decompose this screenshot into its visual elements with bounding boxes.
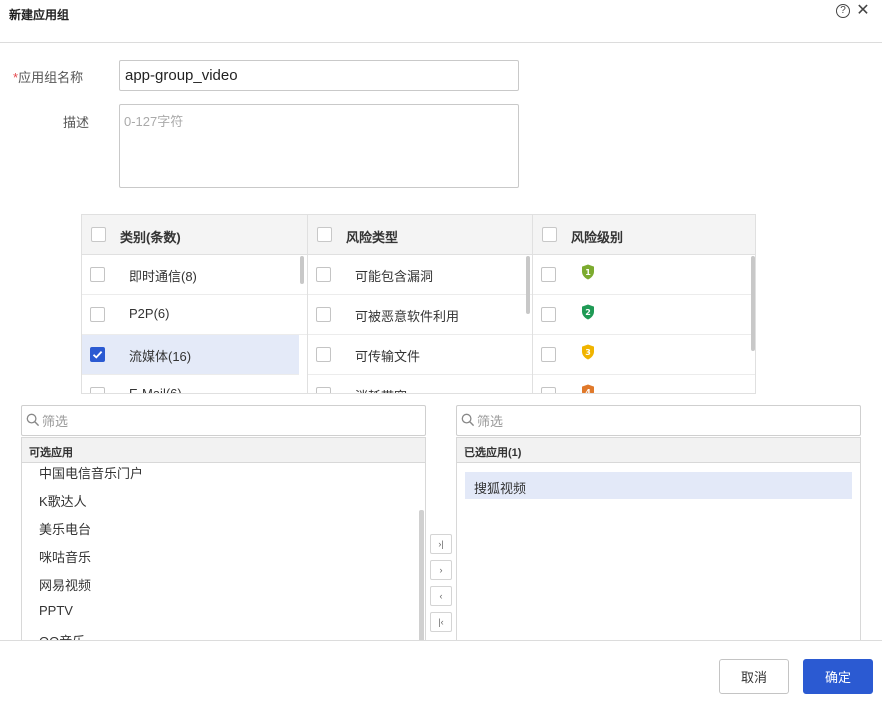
risk-level-row[interactable]: 2 bbox=[533, 295, 755, 335]
risk-level-scrollbar[interactable] bbox=[751, 256, 755, 351]
category-label: 流媒体(16) bbox=[129, 349, 192, 364]
add-button[interactable]: › bbox=[430, 560, 452, 580]
help-icon[interactable]: ? bbox=[836, 4, 850, 18]
risk-level-number: 2 bbox=[585, 308, 591, 317]
risk-level-checkbox[interactable] bbox=[541, 307, 556, 322]
risk-type-scrollbar[interactable] bbox=[526, 256, 530, 314]
risk-level-number: 1 bbox=[585, 268, 591, 277]
dialog-title: 新建应用组 bbox=[9, 8, 70, 22]
category-label: 即时通信(8) bbox=[129, 269, 197, 284]
category-checkbox[interactable] bbox=[90, 387, 105, 393]
available-list-header: 可选应用 bbox=[22, 438, 425, 463]
category-row[interactable]: 流媒体(16) bbox=[82, 335, 299, 375]
search-icon bbox=[461, 413, 475, 427]
risk-type-row[interactable]: 消耗带宽 bbox=[308, 375, 532, 393]
risk-type-checkbox[interactable] bbox=[316, 387, 331, 393]
cancel-button[interactable]: 取消 bbox=[719, 659, 789, 694]
search-icon bbox=[26, 413, 40, 427]
risk-type-row[interactable]: 可被恶意软件利用 bbox=[308, 295, 532, 335]
category-checkbox[interactable] bbox=[90, 307, 105, 322]
category-label: E-Mail(6) bbox=[129, 386, 182, 394]
category-header-label: 类别(条数) bbox=[120, 230, 181, 245]
risk-type-header-label: 风险类型 bbox=[346, 230, 399, 245]
risk-level-checkbox[interactable] bbox=[541, 267, 556, 282]
risk-level-checkbox[interactable] bbox=[541, 387, 556, 393]
ok-button[interactable]: 确定 bbox=[803, 659, 873, 694]
risk-level-4-shield-icon: 4 bbox=[582, 384, 594, 394]
category-scrollbar[interactable] bbox=[300, 256, 304, 284]
available-app-item[interactable]: 咪咕音乐 bbox=[39, 547, 91, 566]
name-input[interactable] bbox=[119, 60, 519, 91]
available-app-item[interactable]: K歌达人 bbox=[39, 491, 87, 510]
desc-label: 描述 bbox=[63, 115, 90, 130]
risk-type-row[interactable]: 可传输文件 bbox=[308, 335, 532, 375]
risk-level-3-shield-icon: 3 bbox=[582, 344, 594, 360]
available-app-item[interactable]: 网易视频 bbox=[39, 575, 91, 594]
category-row[interactable]: 即时通信(8) bbox=[82, 255, 307, 295]
available-app-item[interactable]: 中国电信音乐门户 bbox=[39, 463, 143, 482]
risk-type-checkbox[interactable] bbox=[316, 267, 331, 282]
category-checkbox[interactable] bbox=[90, 267, 105, 282]
selected-filter-input[interactable] bbox=[477, 410, 837, 432]
risk-type-label: 可能包含漏洞 bbox=[355, 269, 434, 284]
risk-level-1-shield-icon: 1 bbox=[582, 264, 594, 280]
add-all-button[interactable]: ›| bbox=[430, 534, 452, 554]
risk-type-label: 可传输文件 bbox=[355, 349, 421, 364]
risk-level-number: 3 bbox=[585, 348, 591, 357]
risk-level-number: 4 bbox=[585, 388, 591, 394]
name-label-text: 应用组名称 bbox=[18, 70, 84, 85]
available-filter bbox=[21, 405, 426, 436]
available-list-scrollbar[interactable] bbox=[419, 510, 424, 641]
available-list: 可选应用 中国电信音乐门户 K歌达人 美乐电台 咪咕音乐 网易视频 PPTV Q… bbox=[21, 437, 426, 641]
risk-level-column: 风险级别 1 2 3 4 bbox=[532, 215, 755, 394]
risk-level-row[interactable]: 4 bbox=[533, 375, 755, 394]
selected-list: 已选应用(1) 搜狐视频 bbox=[456, 437, 861, 641]
dialog-header: 新建应用组 ? ✕ bbox=[0, 0, 882, 43]
risk-type-row[interactable]: 可能包含漏洞 bbox=[308, 255, 532, 295]
risk-level-2-shield-icon: 2 bbox=[582, 304, 594, 320]
category-column: 类别(条数) 即时通信(8) P2P(6) 流媒体(16) E-Mail(6) bbox=[82, 215, 307, 394]
category-checkbox-checked[interactable] bbox=[90, 347, 105, 362]
category-label: P2P(6) bbox=[129, 306, 170, 321]
name-label: *应用组名称 bbox=[13, 67, 83, 86]
risk-level-row[interactable]: 1 bbox=[533, 255, 755, 295]
risk-type-label: 消耗带宽 bbox=[355, 386, 407, 393]
risk-level-row[interactable]: 3 bbox=[533, 335, 755, 375]
risk-level-select-all-checkbox[interactable] bbox=[542, 227, 557, 242]
filter-grid: 类别(条数) 即时通信(8) P2P(6) 流媒体(16) E-Mail(6) … bbox=[81, 214, 756, 394]
category-row[interactable]: P2P(6) bbox=[82, 295, 307, 335]
category-select-all-checkbox[interactable] bbox=[91, 227, 106, 242]
check-icon bbox=[92, 350, 103, 359]
risk-level-header: 风险级别 bbox=[533, 215, 755, 255]
available-filter-input[interactable] bbox=[42, 410, 402, 432]
risk-type-label: 可被恶意软件利用 bbox=[355, 309, 460, 324]
risk-level-checkbox[interactable] bbox=[541, 347, 556, 362]
dialog-footer: 取消 确定 bbox=[0, 640, 882, 702]
risk-type-checkbox[interactable] bbox=[316, 307, 331, 322]
close-icon[interactable]: ✕ bbox=[855, 2, 871, 20]
category-header: 类别(条数) bbox=[82, 215, 307, 255]
risk-type-header: 风险类型 bbox=[308, 215, 532, 255]
risk-type-checkbox[interactable] bbox=[316, 347, 331, 362]
selected-list-header: 已选应用(1) bbox=[457, 438, 860, 463]
available-app-item[interactable]: 美乐电台 bbox=[39, 519, 91, 538]
selected-filter bbox=[456, 405, 861, 436]
risk-level-header-label: 风险级别 bbox=[571, 230, 624, 245]
category-row[interactable]: E-Mail(6) bbox=[82, 375, 307, 394]
selected-app-item[interactable]: 搜狐视频 bbox=[465, 472, 852, 499]
risk-type-select-all-checkbox[interactable] bbox=[317, 227, 332, 242]
available-app-item[interactable]: PPTV bbox=[39, 603, 73, 618]
risk-type-column: 风险类型 可能包含漏洞 可被恶意软件利用 可传输文件 消耗带宽 bbox=[307, 215, 532, 393]
remove-all-button[interactable]: |‹ bbox=[430, 612, 452, 632]
remove-button[interactable]: ‹ bbox=[430, 586, 452, 606]
desc-input[interactable] bbox=[119, 104, 519, 188]
